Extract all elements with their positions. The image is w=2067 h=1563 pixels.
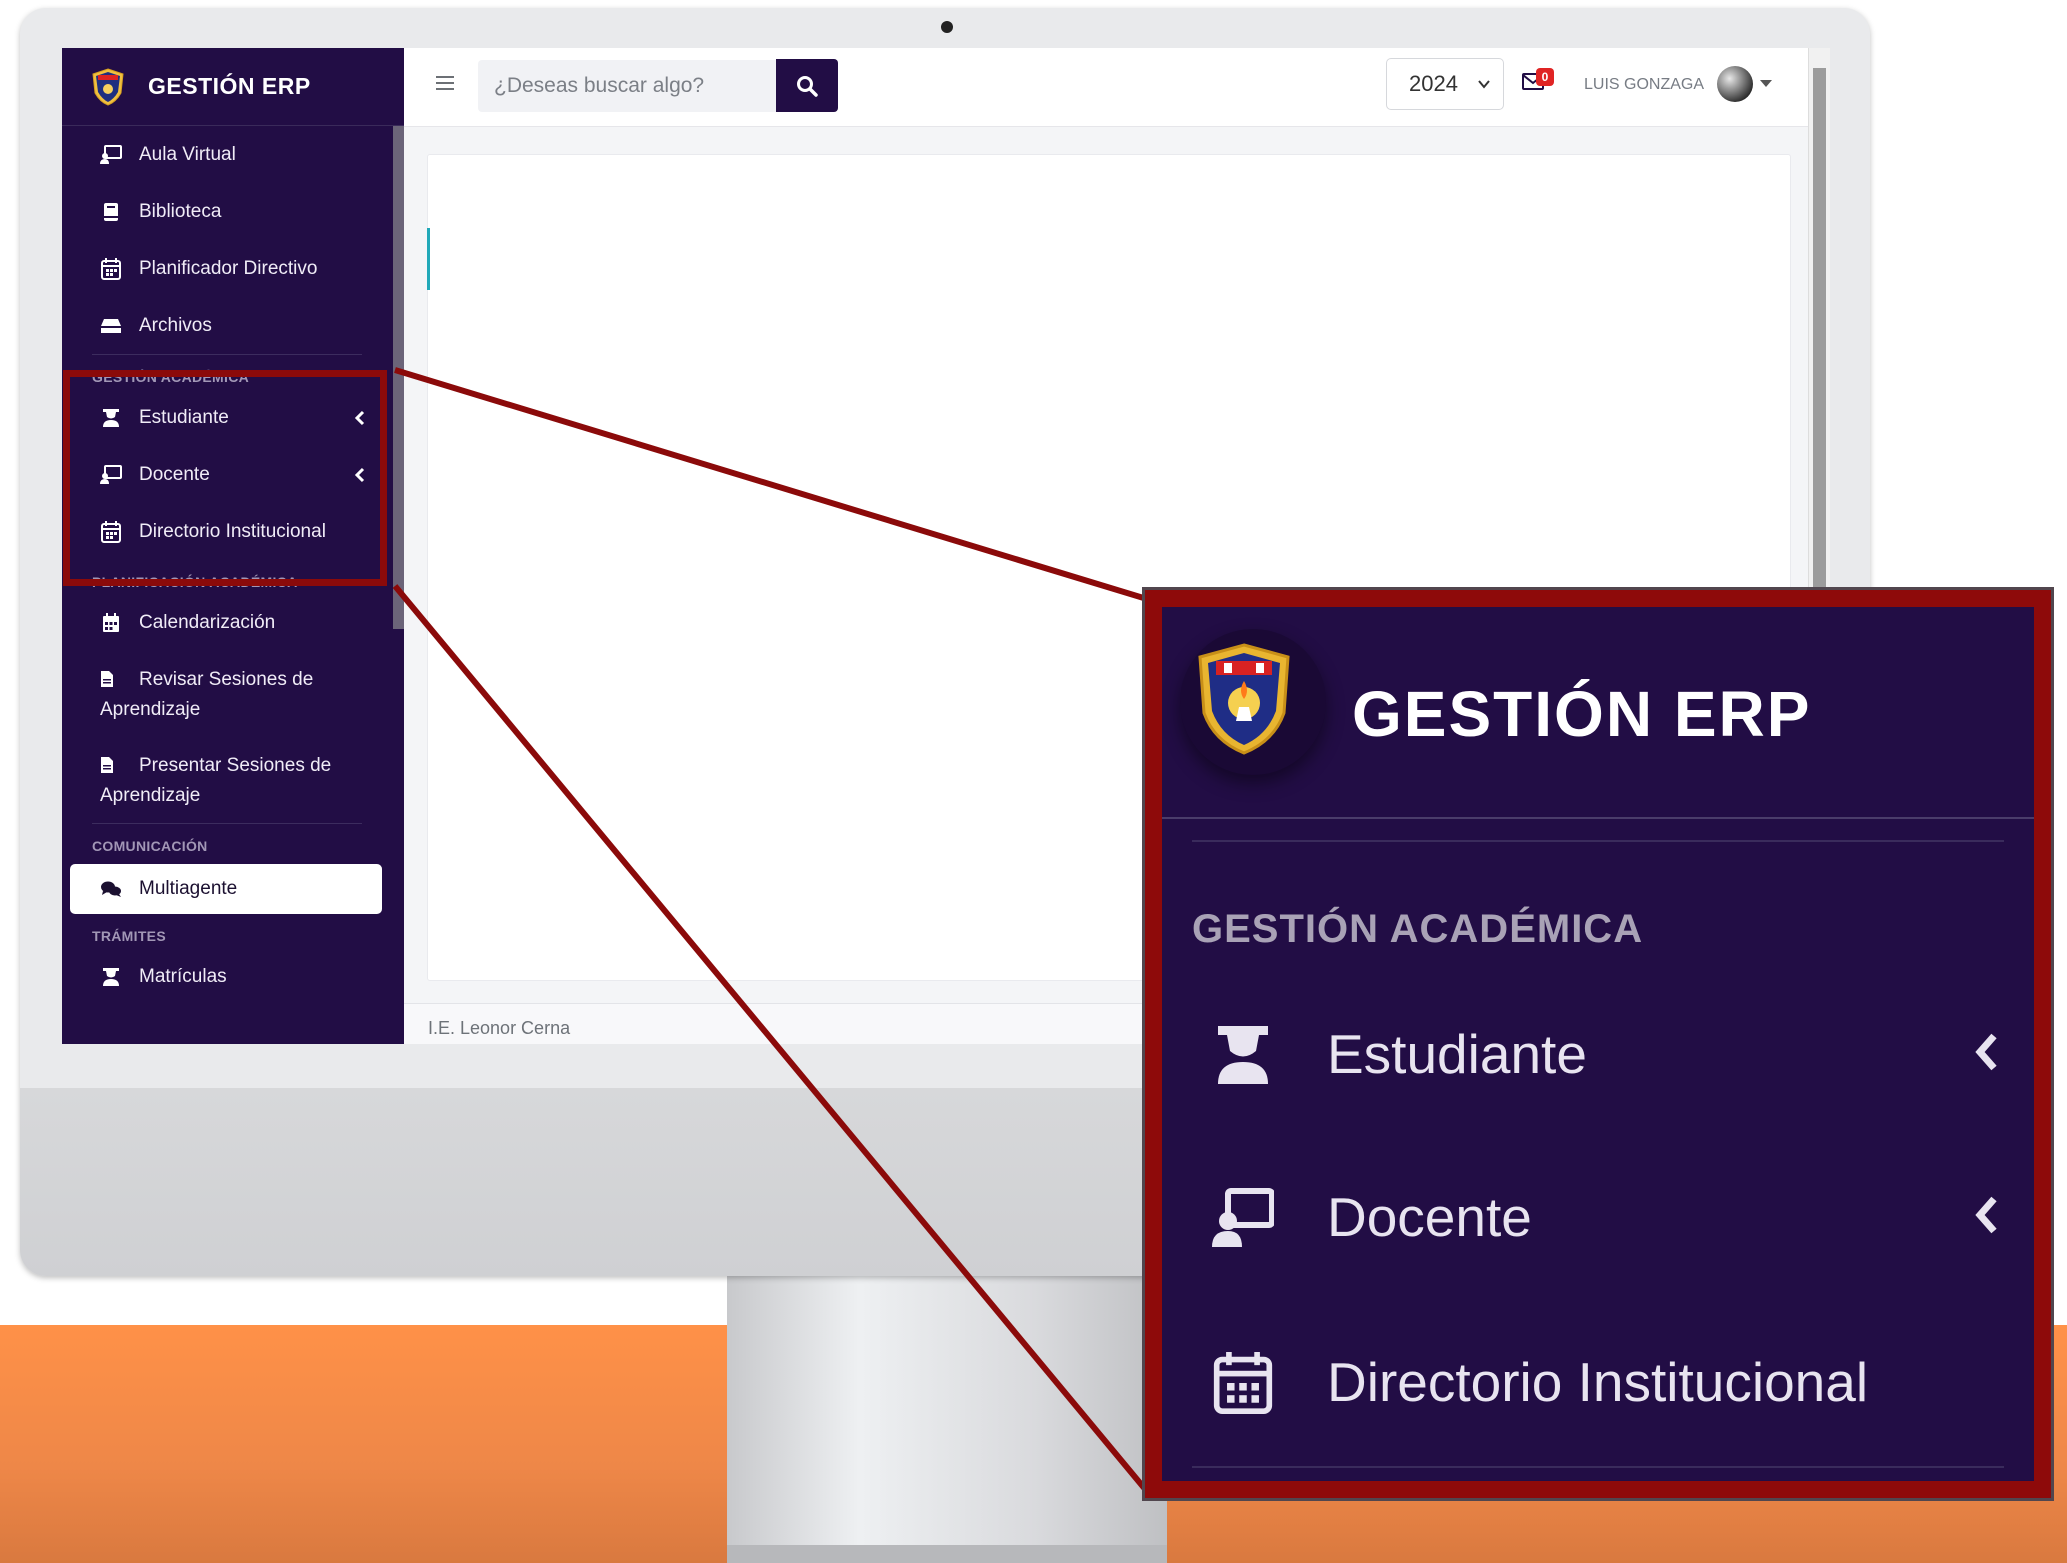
avatar[interactable] [1717,66,1753,102]
chevron-left-icon [1975,1196,1997,1234]
sidebar-item-calendarizacion[interactable]: Calendarización [62,594,392,651]
hdd-icon [100,315,122,337]
sidebar-item-label: Planificador Directivo [139,257,318,279]
mail-count-badge: 0 [1536,68,1554,86]
monitor-stand-foot [727,1545,1167,1563]
file-icon [100,754,122,776]
calendar-icon [1213,1352,1273,1414]
student-icon [100,966,122,988]
top-navbar: ¿Deseas buscar algo? 2024 0 LUIS GONZAGA [404,48,1830,127]
chalkboard-teacher-icon [100,144,122,166]
search-input[interactable]: ¿Deseas buscar algo? [478,60,776,112]
file-icon [100,668,122,690]
sidebar-item-label: Multiagente [139,878,238,899]
sidebar-item-aula-virtual[interactable]: Aula Virtual [62,126,392,183]
zoom-section-gestion-academica: GESTIÓN ACADÉMICA [1192,907,1644,951]
caret-down-icon[interactable] [1760,80,1772,88]
monitor-stand [727,1276,1167,1563]
zoom-item-docente[interactable]: Docente [1162,1155,2034,1275]
sidebar-item-revisar-sesiones[interactable]: Revisar Sesiones de Aprendizaje [62,651,392,737]
calendar-icon [100,612,122,634]
chevron-down-icon [1478,80,1490,89]
hamburger-menu-icon[interactable] [434,72,456,94]
chevron-left-icon [1975,1033,1997,1071]
user-name[interactable]: LUIS GONZAGA [1584,76,1704,94]
zoom-callout: GESTIÓN ERP GESTIÓN ACADÉMICA Estudiante… [1145,590,2051,1498]
zoom-divider-bottom [1192,1466,2004,1468]
section-tramites: TRÁMITES [92,928,166,944]
section-comunicacion: COMUNICACIÓN [92,838,208,854]
sidebar-item-multiagente[interactable]: Multiagente [70,864,382,914]
zoom-item-label: Directorio Institucional [1327,1351,1869,1413]
zoom-item-directorio-institucional[interactable]: Directorio Institucional [1162,1320,2034,1440]
sidebar-brand[interactable]: GESTIÓN ERP [62,48,404,126]
sidebar-item-label: Matrículas [139,965,227,987]
zoom-item-label: Docente [1327,1186,1532,1248]
highlight-box [63,370,387,586]
sidebar-item-label: Calendarización [139,611,276,633]
zoom-brand: GESTIÓN ERP [1162,607,2034,819]
year-select[interactable]: 2024 [1386,58,1504,110]
card-accent-bar [427,228,430,290]
zoom-sidebar: GESTIÓN ERP GESTIÓN ACADÉMICA Estudiante… [1162,607,2034,1481]
comments-icon [100,878,122,900]
brand-title: GESTIÓN ERP [148,73,311,99]
student-icon [1218,1026,1268,1084]
sidebar-item-presentar-sesiones[interactable]: Presentar Sesiones de Aprendizaje [62,737,392,823]
camera-dot [941,21,953,33]
zoom-item-label: Estudiante [1327,1023,1587,1085]
search-icon [797,75,818,97]
sidebar-item-biblioteca[interactable]: Biblioteca [62,183,392,240]
sidebar-item-matriculas[interactable]: Matrículas [62,948,392,1005]
sidebar-item-label: Revisar Sesiones de Aprendizaje [100,669,314,720]
sidebar-item-label: Biblioteca [139,200,222,222]
search-button[interactable] [776,59,838,112]
sidebar-scrollbar[interactable] [393,126,404,629]
chalkboard-teacher-icon [1212,1188,1274,1247]
zoom-item-estudiante[interactable]: Estudiante [1162,992,2034,1112]
sidebar-item-planificador-directivo[interactable]: Planificador Directivo [62,240,392,297]
zoom-brand-title: GESTIÓN ERP [1352,678,1812,750]
calendar-icon [100,257,122,280]
sidebar-item-archivos[interactable]: Archivos [62,297,392,354]
footer-text: I.E. Leonor Cerna [428,1018,571,1038]
school-shield-logo-icon [92,67,124,106]
zoom-divider [1192,840,2004,842]
book-icon [100,201,122,223]
school-shield-logo-icon [1198,643,1290,755]
sidebar-item-label: Archivos [139,314,212,336]
sidebar-item-label: Presentar Sesiones de Aprendizaje [100,755,332,806]
sidebar-item-label: Aula Virtual [139,143,236,165]
year-select-value: 2024 [1409,71,1458,96]
